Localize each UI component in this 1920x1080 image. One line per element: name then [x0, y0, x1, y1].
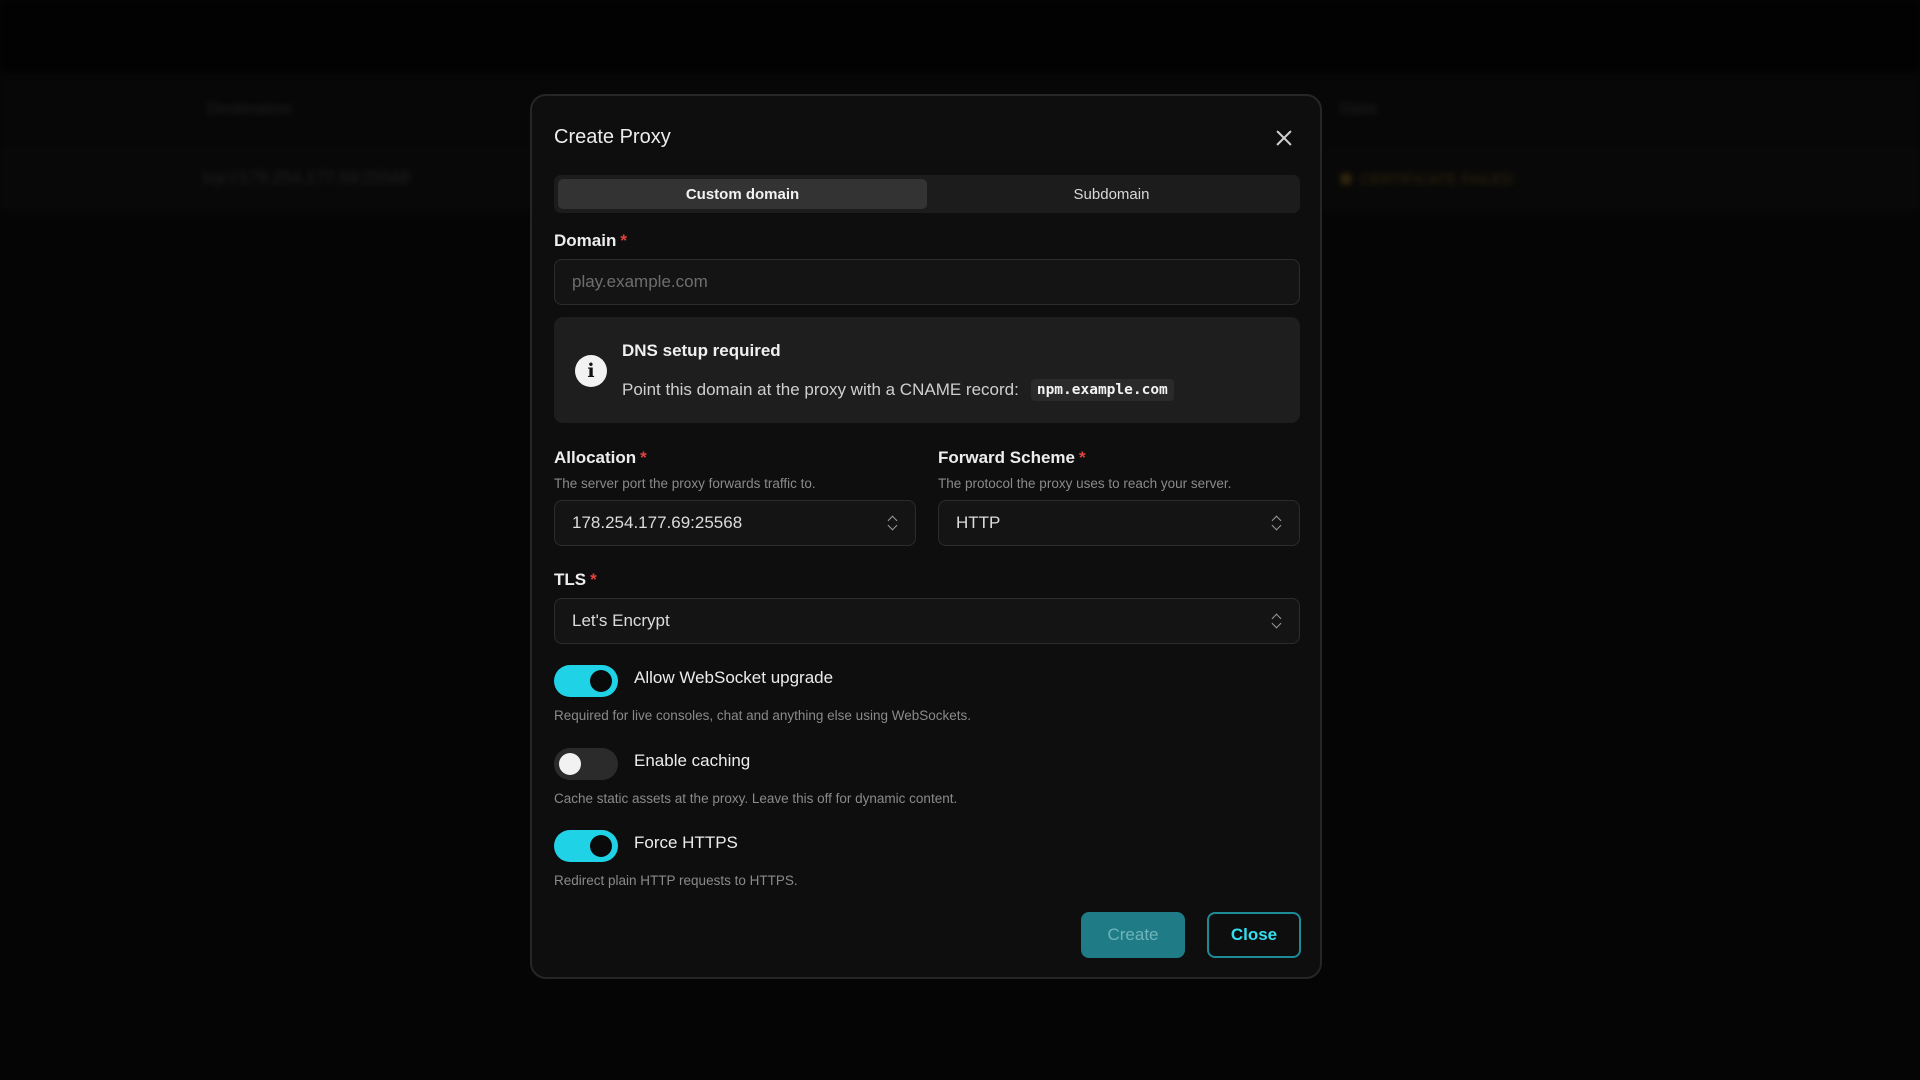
- close-icon[interactable]: [1272, 126, 1296, 150]
- caching-toggle-label: Enable caching: [634, 751, 751, 770]
- create-proxy-dialog: Create Proxy Custom domain Subdomain Dom…: [530, 94, 1322, 979]
- allocation-label-text: Allocation: [554, 448, 637, 467]
- toggle-knob: [590, 835, 612, 857]
- required-mark: *: [640, 448, 647, 467]
- domain-label-text: Domain: [554, 231, 617, 250]
- chevron-up-down-icon: [1272, 515, 1282, 531]
- tls-label: TLS *: [554, 570, 597, 590]
- dialog-title: Create Proxy: [554, 126, 671, 148]
- forward-scheme-label-text: Forward Scheme: [938, 448, 1075, 467]
- required-mark: *: [620, 231, 627, 250]
- forward-scheme-label: Forward Scheme *: [938, 448, 1086, 468]
- allocation-label: Allocation *: [554, 448, 647, 468]
- toggle-knob: [559, 753, 581, 775]
- websocket-toggle-label: Allow WebSocket upgrade: [634, 668, 834, 687]
- cname-value: npm.example.com: [1030, 379, 1174, 401]
- caching-hint: Cache static assets at the proxy. Leave …: [554, 791, 958, 806]
- allocation-hint: The server port the proxy forwards traff…: [554, 476, 816, 491]
- domain-label: Domain *: [554, 231, 627, 251]
- force-https-toggle[interactable]: [554, 830, 618, 862]
- websocket-toggle[interactable]: [554, 665, 618, 697]
- tls-value: Let's Encrypt: [572, 611, 670, 630]
- websocket-hint: Required for live consoles, chat and any…: [554, 708, 971, 723]
- allocation-value: 178.254.177.69:25568: [572, 513, 743, 532]
- domain-type-tabs: Custom domain Subdomain: [554, 175, 1300, 213]
- tls-label-text: TLS: [554, 570, 587, 589]
- toggle-knob: [590, 670, 612, 692]
- info-icon: i: [575, 355, 607, 387]
- create-button[interactable]: Create: [1081, 912, 1185, 958]
- close-button[interactable]: Close: [1207, 912, 1301, 958]
- alert-message: Point this domain at the proxy with a CN…: [622, 380, 1019, 399]
- required-mark: *: [590, 570, 597, 589]
- domain-input[interactable]: [554, 259, 1300, 305]
- forward-scheme-hint: The protocol the proxy uses to reach you…: [938, 476, 1232, 491]
- tab-subdomain[interactable]: Subdomain: [927, 179, 1296, 209]
- alert-text: Point this domain at the proxy with a CN…: [622, 379, 1174, 401]
- chevron-up-down-icon: [888, 515, 898, 531]
- force-https-toggle-label: Force HTTPS: [634, 833, 738, 852]
- dns-setup-alert: i DNS setup required Point this domain a…: [554, 317, 1300, 423]
- force-https-hint: Redirect plain HTTP requests to HTTPS.: [554, 873, 798, 888]
- chevron-up-down-icon: [1272, 613, 1282, 629]
- alert-title: DNS setup required: [622, 341, 781, 360]
- forward-scheme-select[interactable]: HTTP: [938, 500, 1300, 546]
- allocation-select[interactable]: 178.254.177.69:25568: [554, 500, 916, 546]
- forward-scheme-value: HTTP: [956, 513, 1001, 532]
- tls-select[interactable]: Let's Encrypt: [554, 598, 1300, 644]
- required-mark: *: [1079, 448, 1086, 467]
- tab-custom-domain[interactable]: Custom domain: [558, 179, 927, 209]
- caching-toggle[interactable]: [554, 748, 618, 780]
